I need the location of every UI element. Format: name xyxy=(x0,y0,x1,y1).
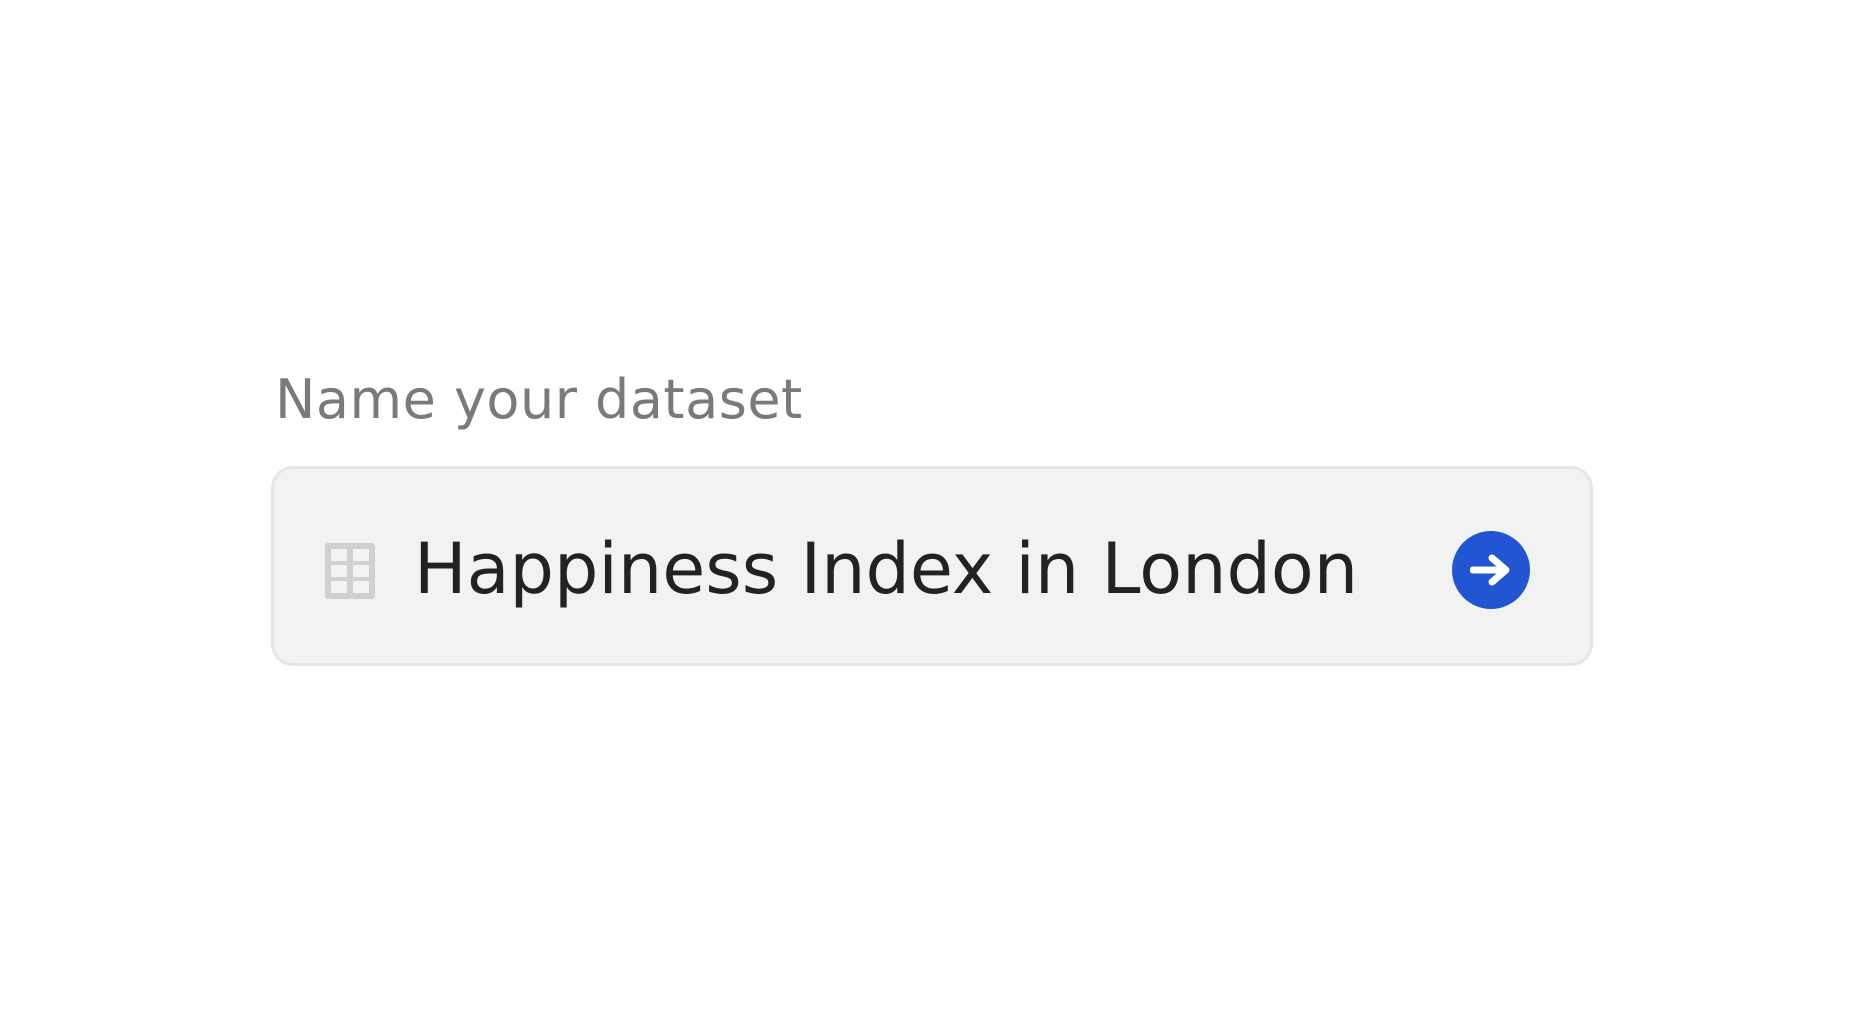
dataset-name-field[interactable] xyxy=(271,466,1593,666)
table-grid-icon xyxy=(323,541,377,601)
arrow-right-icon xyxy=(1470,554,1512,586)
dataset-name-form: Name your dataset xyxy=(271,360,1593,666)
submit-button[interactable] xyxy=(1452,531,1530,609)
field-label: Name your dataset xyxy=(275,368,803,431)
dataset-name-input[interactable] xyxy=(414,509,1440,629)
